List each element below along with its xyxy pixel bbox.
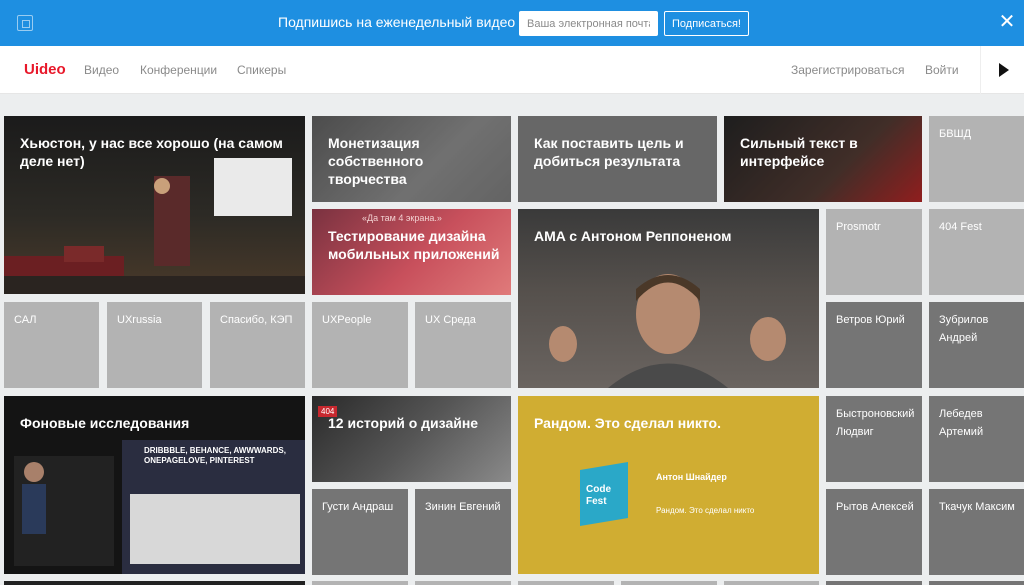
tag-label: Спасибо, КЭП	[220, 314, 293, 326]
slide-talk: Рандом. Это сделал никто	[656, 506, 755, 515]
next-row-tile[interactable]	[312, 581, 408, 585]
badge-404: 404	[318, 406, 338, 417]
video-title: Как поставить цель и добиться результата	[534, 135, 684, 169]
video-title: Рандом. Это сделал никто.	[534, 415, 721, 431]
tag-label: БВШД	[939, 128, 972, 140]
speaker-tile-lebedev[interactable]: Лебедев Артемий	[929, 396, 1024, 482]
video-tile-random[interactable]: Code Fest Антон Шнайдер Рандом. Это сдел…	[518, 396, 819, 574]
video-tile-strong-text[interactable]: Сильный текст в интерфейсе	[724, 116, 922, 202]
speaker-tile-bystronovsky[interactable]: Быстроновский Людвиг	[826, 396, 922, 482]
speaker-name: Зинин Евгений	[425, 501, 501, 513]
tag-tile-404fest[interactable]: 404 Fest	[929, 209, 1024, 295]
video-title: 12 историй о дизайне	[328, 415, 479, 431]
tag-label: UXrussia	[117, 314, 162, 326]
speaker-name: Густи Андраш	[322, 501, 394, 513]
video-tile-monetization[interactable]: Монетизация собственного творчества	[312, 116, 511, 202]
login-link[interactable]: Войти	[925, 63, 959, 77]
nav-video[interactable]: Видео	[84, 63, 119, 77]
tag-tile-spasibo[interactable]: Спасибо, КЭП	[210, 302, 305, 388]
video-tile-houston[interactable]: Хьюстон, у нас все хорошо (на самом деле…	[4, 116, 305, 294]
subscribe-banner: Подпишись на еженедельный видео сок Подп…	[0, 0, 1024, 46]
slide-speaker: Антон Шнайдер	[656, 472, 727, 482]
speaker-name: Быстроновский Людвиг	[836, 408, 915, 438]
tag-tile-bvshd[interactable]: БВШД	[929, 116, 1024, 202]
video-tile-mobile-testing[interactable]: «Да там 4 экрана.» Тестирование дизайна …	[312, 209, 511, 295]
next-row-tile[interactable]	[415, 581, 511, 585]
nav-speakers[interactable]: Спикеры	[237, 63, 286, 77]
tag-tile-prosmotr[interactable]: Prosmotr	[826, 209, 922, 295]
speaker-name: Ткачук Максим	[939, 501, 1015, 513]
tag-tile-uxrussia[interactable]: UXrussia	[107, 302, 202, 388]
slide-text: DRIBBBLE, BEHANCE, AWWWARDS, ONEPAGELOVE…	[144, 446, 286, 465]
site-logo[interactable]: Uideo	[24, 61, 66, 78]
tag-tile-sal[interactable]: САЛ	[4, 302, 99, 388]
codefest-logo: Code Fest	[586, 484, 611, 507]
next-row-tile[interactable]	[929, 581, 1024, 585]
next-row-tile[interactable]	[621, 581, 717, 585]
speaker-tile-zinin[interactable]: Зинин Евгений	[415, 489, 511, 575]
speaker-name: Рытов Алексей	[836, 501, 914, 513]
video-title: AMA с Антоном Реппоненом	[534, 228, 732, 244]
tag-tile-uxpeople[interactable]: UXPeople	[312, 302, 408, 388]
tag-label: Prosmotr	[836, 221, 881, 233]
play-icon[interactable]	[999, 63, 1009, 77]
thumb-caption: «Да там 4 экрана.»	[362, 213, 442, 223]
video-title: Хьюстон, у нас все хорошо (на самом деле…	[20, 135, 283, 169]
video-title: Фоновые исследования	[20, 415, 190, 431]
video-tile-goal[interactable]: Как поставить цель и добиться результата	[518, 116, 717, 202]
banner-text: Подпишись на еженедельный видео сок	[278, 14, 541, 30]
video-tile-ama[interactable]: AMA с Антоном Реппоненом	[518, 209, 819, 388]
tag-label: UXPeople	[322, 314, 372, 326]
next-row-tile[interactable]	[724, 581, 819, 585]
speaker-name: Ветров Юрий	[836, 314, 905, 326]
speaker-name: Лебедев Артемий	[939, 408, 984, 438]
tag-label: САЛ	[14, 314, 37, 326]
logo-square-icon	[17, 15, 33, 31]
speaker-tile-gusti[interactable]: Густи Андраш	[312, 489, 408, 575]
speaker-tile-rytov[interactable]: Рытов Алексей	[826, 489, 922, 575]
next-row-tile[interactable]	[826, 581, 922, 585]
register-link[interactable]: Зарегистрироваться	[791, 63, 904, 77]
speaker-tile-zubrilov[interactable]: Зубрилов Андрей	[929, 302, 1024, 388]
next-row-tile[interactable]	[4, 581, 305, 585]
email-input[interactable]	[519, 11, 658, 36]
tag-tile-uxsreda[interactable]: UX Среда	[415, 302, 511, 388]
subscribe-button[interactable]: Подписаться!	[664, 11, 749, 36]
tag-label: 404 Fest	[939, 221, 982, 233]
video-tile-twelve-stories[interactable]: 404 12 историй о дизайне	[312, 396, 511, 482]
speaker-tile-tkachuk[interactable]: Ткачук Максим	[929, 489, 1024, 575]
next-row-tile[interactable]	[518, 581, 614, 585]
video-tile-background-research[interactable]: DRIBBBLE, BEHANCE, AWWWARDS, ONEPAGELOVE…	[4, 396, 305, 574]
video-title: Тестирование дизайна мобильных приложени…	[328, 228, 500, 262]
site-header: Uideo Видео Конференции Спикеры Зарегист…	[0, 46, 1024, 94]
video-title: Монетизация собственного творчества	[328, 135, 424, 187]
tag-label: UX Среда	[425, 314, 476, 326]
nav-conferences[interactable]: Конференции	[140, 63, 217, 77]
video-title: Сильный текст в интерфейсе	[740, 135, 858, 169]
close-icon[interactable]: ✕	[997, 12, 1017, 32]
speaker-name: Зубрилов Андрей	[939, 314, 989, 344]
header-divider	[980, 46, 981, 94]
speaker-tile-vetrov[interactable]: Ветров Юрий	[826, 302, 922, 388]
